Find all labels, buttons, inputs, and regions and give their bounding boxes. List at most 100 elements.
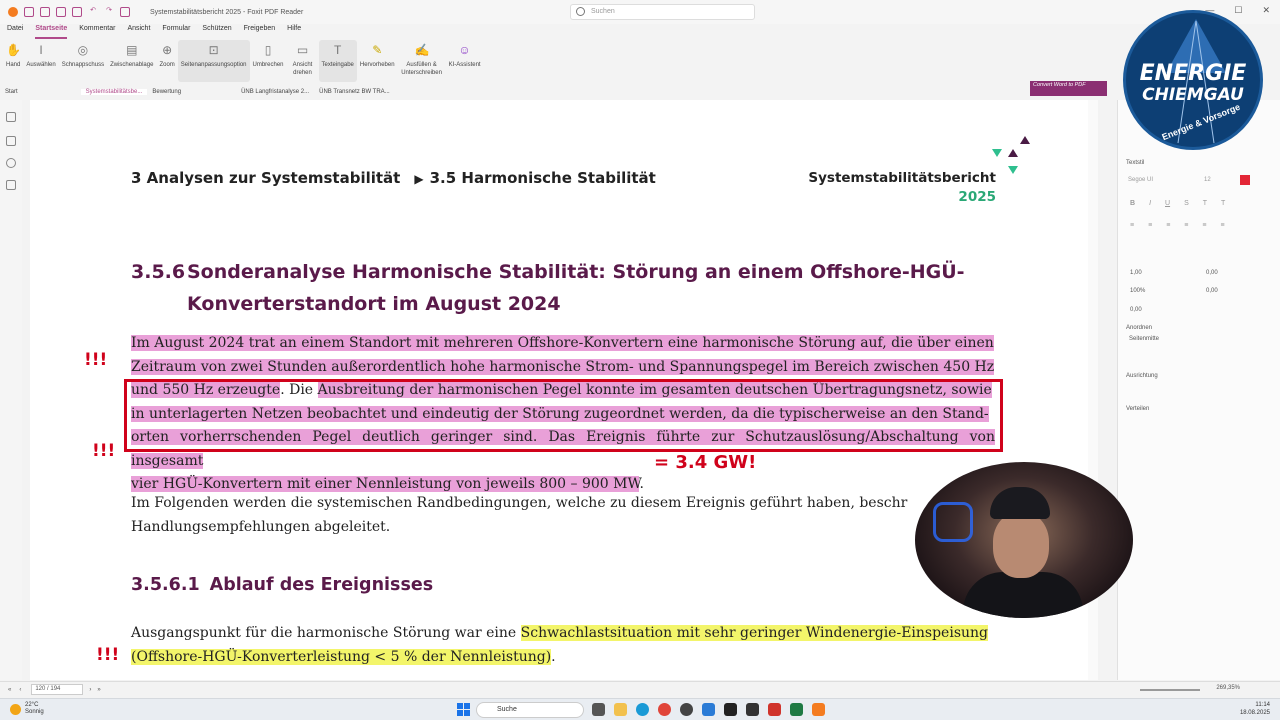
p1-line: Zeitraum von zwei Stunden außerordentlic… (131, 358, 995, 375)
menu-schuetzen[interactable]: Schützen (202, 25, 231, 39)
edge-icon[interactable] (636, 703, 649, 716)
menu-ansicht[interactable]: Ansicht (127, 25, 150, 39)
clipboard-button[interactable]: ▤ Zwischenablage (107, 40, 156, 82)
rotate-button[interactable]: ▭ Ansicht drehen (287, 40, 319, 82)
clipboard-icon: ▤ (126, 43, 138, 57)
font-size-select[interactable]: 12 (1204, 177, 1211, 183)
app-icon[interactable] (702, 703, 715, 716)
distribute-icon[interactable]: ≡ (1220, 222, 1224, 229)
save-icon[interactable] (40, 7, 50, 17)
last-page-icon[interactable]: » (97, 687, 100, 693)
menu-kommentar[interactable]: Kommentar (79, 25, 115, 39)
windows-start-icon[interactable] (457, 703, 470, 716)
menu-startseite[interactable]: Startseite (35, 25, 68, 39)
char-spacing-value[interactable]: 0,00 (1206, 270, 1218, 276)
weather-widget[interactable]: 22°C Sonnig (10, 702, 44, 716)
convert-button[interactable]: Convert Word to PDF (1030, 81, 1107, 96)
email-icon[interactable] (72, 7, 82, 17)
menu-formular[interactable]: Formular (162, 25, 190, 39)
arrange-label: Anordnen (1126, 325, 1153, 331)
excel-icon[interactable] (790, 703, 803, 716)
app-icon[interactable] (746, 703, 759, 716)
app-icon[interactable] (812, 703, 825, 716)
highlight-button[interactable]: ✎ Hervorheben (357, 40, 398, 82)
text-color-swatch[interactable] (1240, 175, 1250, 185)
page-number-input[interactable]: 120 / 194 (31, 684, 84, 695)
scale-value[interactable]: 100% (1130, 288, 1145, 294)
zoom-slider[interactable] (1140, 689, 1200, 691)
foxit-icon[interactable] (768, 703, 781, 716)
indent-value[interactable]: 0,00 (1130, 307, 1142, 313)
capcut-icon[interactable] (724, 703, 737, 716)
sun-icon (10, 703, 21, 715)
file-explorer-icon[interactable] (592, 703, 605, 716)
bookmark-icon[interactable] (6, 112, 16, 122)
bold-icon[interactable]: B (1130, 200, 1135, 207)
browser-icon[interactable] (680, 703, 693, 716)
italic-icon[interactable]: I (1149, 200, 1151, 207)
align-left-icon[interactable]: ≡ (1130, 222, 1134, 229)
system-clock[interactable]: 11:14 18.08.2025 (1240, 701, 1270, 717)
hand-button[interactable]: ✋ Hand (3, 40, 23, 82)
align-right-icon[interactable]: ≡ (1166, 222, 1170, 229)
tab-bewertung[interactable]: Bewertung (147, 89, 186, 95)
taskbar-search[interactable]: Suche (476, 702, 584, 718)
section-heading: 3.5.6 Sonderanalyse Harmonische Stabilit… (131, 256, 1011, 320)
line-spacing-value[interactable]: 1,00 (1130, 270, 1142, 276)
next-page-icon[interactable]: › (89, 687, 91, 693)
font-name-select[interactable]: Segoe UI (1128, 177, 1153, 183)
prev-page-icon[interactable]: ‹ (19, 687, 21, 693)
distribute-label: Verteilen (1126, 406, 1150, 412)
paragraph-3: Ausgangspunkt für die harmonische Störun… (131, 622, 995, 669)
subscript-icon[interactable]: T (1221, 200, 1225, 207)
menu-datei[interactable]: Datei (7, 25, 23, 39)
snapshot-button[interactable]: ◎ Schnappschuss (59, 40, 107, 82)
text-input-button[interactable]: T Texteingabe (318, 40, 357, 82)
pages-icon[interactable] (6, 136, 16, 146)
select-label: Auswählen (26, 62, 56, 68)
menu-hilfe[interactable]: Hilfe (287, 25, 301, 39)
tab-uenb-transnetz[interactable]: ÜNB Transnetz BW TRA... (314, 89, 395, 95)
fit-page-icon: ⊡ (208, 43, 219, 57)
zoom-button[interactable]: ⊕ Zoom (156, 40, 177, 82)
comments-icon[interactable] (6, 158, 16, 168)
search-input[interactable]: Suchen (570, 4, 755, 20)
select-button[interactable]: I Auswählen (23, 40, 58, 82)
menu-freigeben[interactable]: Freigeben (244, 25, 276, 39)
taskbar-apps (592, 703, 825, 716)
superscript-icon[interactable]: T (1203, 200, 1207, 207)
undo-icon[interactable]: ↶ (88, 7, 98, 17)
align-center-icon[interactable]: ≡ (1148, 222, 1152, 229)
tab-uenb-langfrist[interactable]: ÜNB Langfristanalyse 2... (236, 89, 314, 95)
baseline-value[interactable]: 0,00 (1206, 288, 1218, 294)
red-emphasis-box (124, 379, 1003, 452)
tab-start[interactable]: Start (0, 89, 23, 95)
windows-taskbar: 22°C Sonnig Suche 11:14 18.08.2025 (0, 698, 1280, 720)
sign-button[interactable]: ✍ Ausfüllen & Unterschreiben (398, 40, 446, 82)
ai-assistant-button[interactable]: ☺ KI-Assistent (446, 40, 484, 82)
highlight-icon: ✎ (372, 43, 383, 57)
decorative-triangle-icon (1008, 166, 1018, 174)
folder-icon[interactable] (614, 703, 627, 716)
attachment-icon[interactable] (6, 180, 16, 190)
reflow-button[interactable]: ▯ Umbrechen (250, 40, 287, 82)
open-icon[interactable] (24, 7, 34, 17)
chrome-icon[interactable] (658, 703, 671, 716)
strike-icon[interactable]: S (1184, 200, 1189, 207)
rotate-icon: ▭ (296, 43, 309, 57)
running-header-right: Systemstabilitätsbericht 2025 (790, 169, 996, 207)
customize-icon[interactable] (120, 7, 130, 17)
presenter-shirt (963, 572, 1083, 618)
tab-systemstabilitaet[interactable]: Systemstabilitätsbe... (80, 88, 148, 95)
redo-icon[interactable]: ↷ (104, 7, 114, 17)
close-icon[interactable]: ✕ (1262, 5, 1270, 16)
first-page-icon[interactable]: « (8, 687, 11, 693)
underline-icon[interactable]: U (1165, 200, 1170, 207)
fit-page-button[interactable]: ⊡ Seitenanpassungsoption (177, 40, 250, 82)
p3-highlight: Schwachlastsituation mit sehr geringer W… (520, 625, 988, 641)
properties-panel: Textstil Segoe UI 12 BIUSTT ≡ ≡ ≡ ≡ ≡ ≡ 1,00 … (1117, 100, 1280, 680)
zoom-level[interactable]: 269,35% (1216, 685, 1240, 691)
justify-icon[interactable]: ≡ (1184, 222, 1188, 229)
print-icon[interactable] (56, 7, 66, 17)
justify-all-icon[interactable]: ≡ (1202, 222, 1206, 229)
